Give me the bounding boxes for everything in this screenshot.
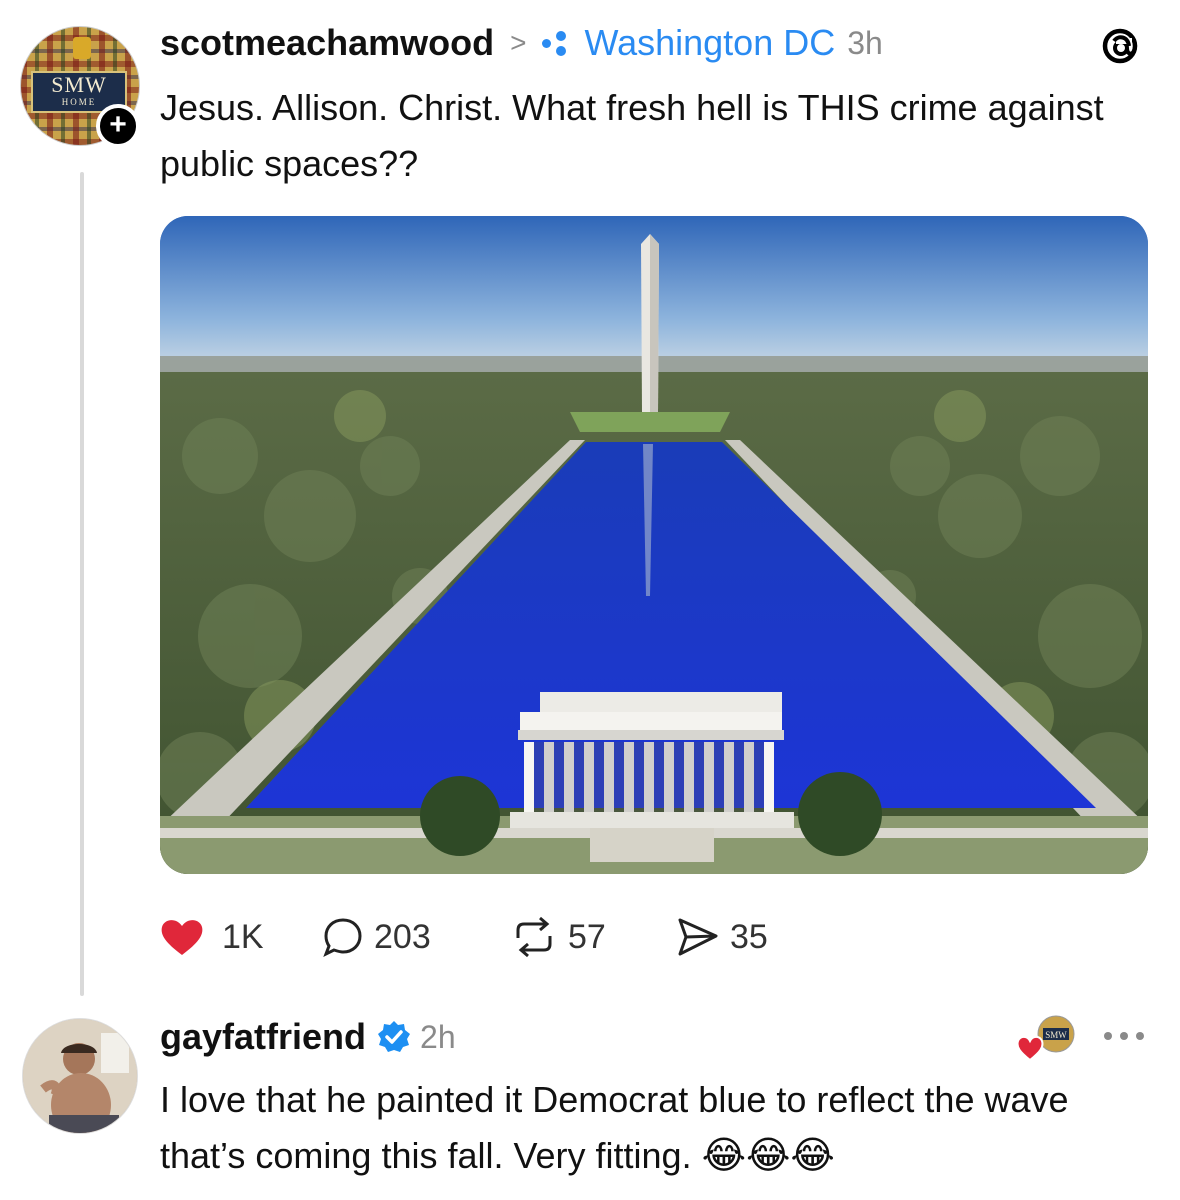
comment-button[interactable]: 203 <box>322 912 431 962</box>
heart-icon <box>161 920 203 955</box>
liked-by-author-icon: SMW <box>1016 1015 1075 1062</box>
thread-line <box>80 172 84 996</box>
author-liked-indicator: SMW <box>1016 1014 1080 1064</box>
repost-icon <box>516 916 552 958</box>
reply-text: I love that he painted it Democrat blue … <box>160 1072 1140 1184</box>
reflecting-pool-illustration <box>160 216 1148 874</box>
avatar-crest <box>73 37 91 59</box>
follow-button[interactable]: + <box>96 104 140 148</box>
verified-badge-icon <box>378 1021 411 1052</box>
reply-text-body: I love that he painted it Democrat blue … <box>160 1079 1069 1176</box>
chevron-right-icon: > <box>510 27 527 58</box>
laughing-emoji-icons: 😂😂😂 <box>701 1135 835 1177</box>
comment-count: 203 <box>374 917 431 956</box>
like-button[interactable]: 1K <box>160 912 264 962</box>
share-count: 35 <box>730 917 768 956</box>
share-icon <box>678 918 718 956</box>
post-username[interactable]: scotmeachamwood <box>160 22 494 64</box>
post-location-link[interactable]: Washington DC <box>584 22 835 64</box>
location-pin-icon <box>540 28 576 58</box>
post-header: scotmeachamwood > Washington DC 3h <box>160 18 883 68</box>
post-text: Jesus. Allison. Christ. What fresh hell … <box>160 87 1104 184</box>
comment-icon <box>323 918 362 958</box>
share-button[interactable]: 35 <box>676 912 768 962</box>
liked-by-author-text: SMW <box>1045 1030 1067 1040</box>
reply-avatar-photo <box>23 1019 137 1133</box>
post-time: 3h <box>847 24 883 61</box>
like-count: 1K <box>222 917 264 956</box>
repost-button[interactable]: 57 <box>510 912 606 962</box>
reply-username[interactable]: gayfatfriend <box>160 1016 366 1058</box>
reply-time: 2h <box>420 1018 456 1055</box>
reply-avatar[interactable] <box>22 1018 138 1134</box>
reply-header: gayfatfriend 2h <box>160 1010 456 1064</box>
post-image[interactable] <box>160 216 1148 874</box>
repost-count: 57 <box>568 917 606 956</box>
avatar-text: SMW <box>51 72 107 97</box>
threads-logo-icon[interactable] <box>1098 24 1142 68</box>
more-icon[interactable] <box>1100 1026 1148 1046</box>
